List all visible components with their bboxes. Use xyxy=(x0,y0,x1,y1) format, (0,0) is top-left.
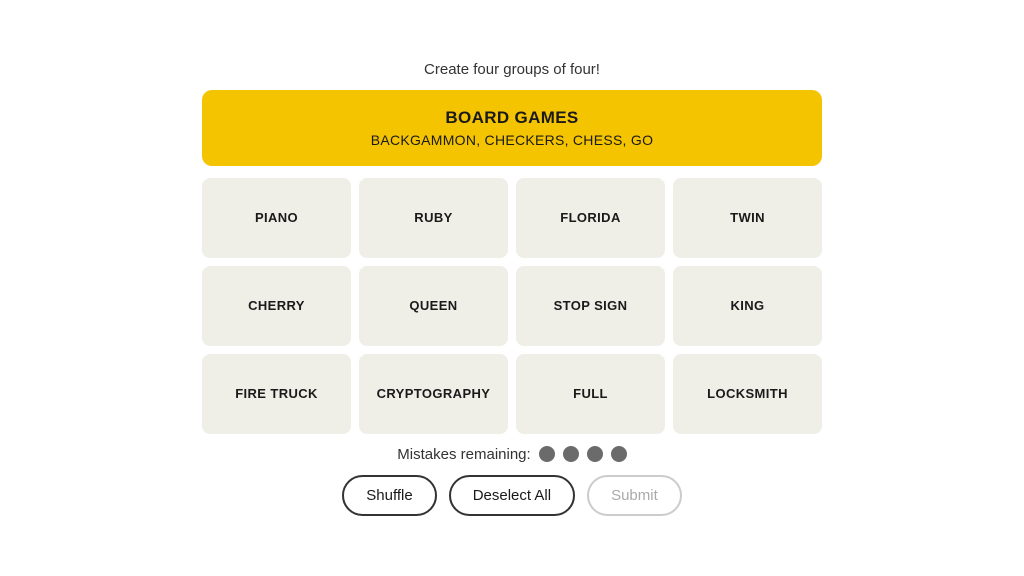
tile-label-1: RUBY xyxy=(408,210,458,225)
tile-4[interactable]: CHERRY xyxy=(202,266,351,346)
tile-label-6: STOP SIGN xyxy=(548,298,634,313)
tile-6[interactable]: STOP SIGN xyxy=(516,266,665,346)
mistake-dot-3 xyxy=(587,446,603,462)
solved-banner: BOARD GAMES BACKGAMMON, CHECKERS, CHESS,… xyxy=(202,90,822,166)
tile-7[interactable]: KING xyxy=(673,266,822,346)
tile-label-3: TWIN xyxy=(724,210,771,225)
tile-label-5: QUEEN xyxy=(403,298,463,313)
game-container: Create four groups of four! BOARD GAMES … xyxy=(202,61,822,516)
subtitle: Create four groups of four! xyxy=(424,61,600,78)
tile-label-0: PIANO xyxy=(249,210,304,225)
tile-label-7: KING xyxy=(724,298,770,313)
tile-1[interactable]: RUBY xyxy=(359,178,508,258)
mistake-dot-2 xyxy=(563,446,579,462)
tile-3[interactable]: TWIN xyxy=(673,178,822,258)
tile-label-2: FLORIDA xyxy=(554,210,627,225)
tile-label-4: CHERRY xyxy=(242,298,311,313)
tile-label-11: LOCKSMITH xyxy=(701,386,794,401)
mistakes-row: Mistakes remaining: xyxy=(397,446,626,463)
submit-button[interactable]: Submit xyxy=(587,475,682,516)
solved-category-name: BOARD GAMES xyxy=(222,108,802,128)
tile-label-9: CRYPTOGRAPHY xyxy=(371,386,497,401)
buttons-row: Shuffle Deselect All Submit xyxy=(342,475,682,516)
tile-11[interactable]: LOCKSMITH xyxy=(673,354,822,434)
tile-8[interactable]: FIRE TRUCK xyxy=(202,354,351,434)
mistakes-label: Mistakes remaining: xyxy=(397,446,530,463)
tile-label-8: FIRE TRUCK xyxy=(229,386,324,401)
tile-5[interactable]: QUEEN xyxy=(359,266,508,346)
tile-label-10: FULL xyxy=(567,386,614,401)
solved-category-items: BACKGAMMON, CHECKERS, CHESS, GO xyxy=(222,132,802,148)
mistake-dot-1 xyxy=(539,446,555,462)
tile-2[interactable]: FLORIDA xyxy=(516,178,665,258)
tile-grid: PIANO RUBY FLORIDA TWIN CHERRY QUEEN STOP SIGN… xyxy=(202,178,822,434)
shuffle-button[interactable]: Shuffle xyxy=(342,475,436,516)
deselect-all-button[interactable]: Deselect All xyxy=(449,475,575,516)
tile-9[interactable]: CRYPTOGRAPHY xyxy=(359,354,508,434)
tile-0[interactable]: PIANO xyxy=(202,178,351,258)
tile-10[interactable]: FULL xyxy=(516,354,665,434)
mistake-dot-4 xyxy=(611,446,627,462)
